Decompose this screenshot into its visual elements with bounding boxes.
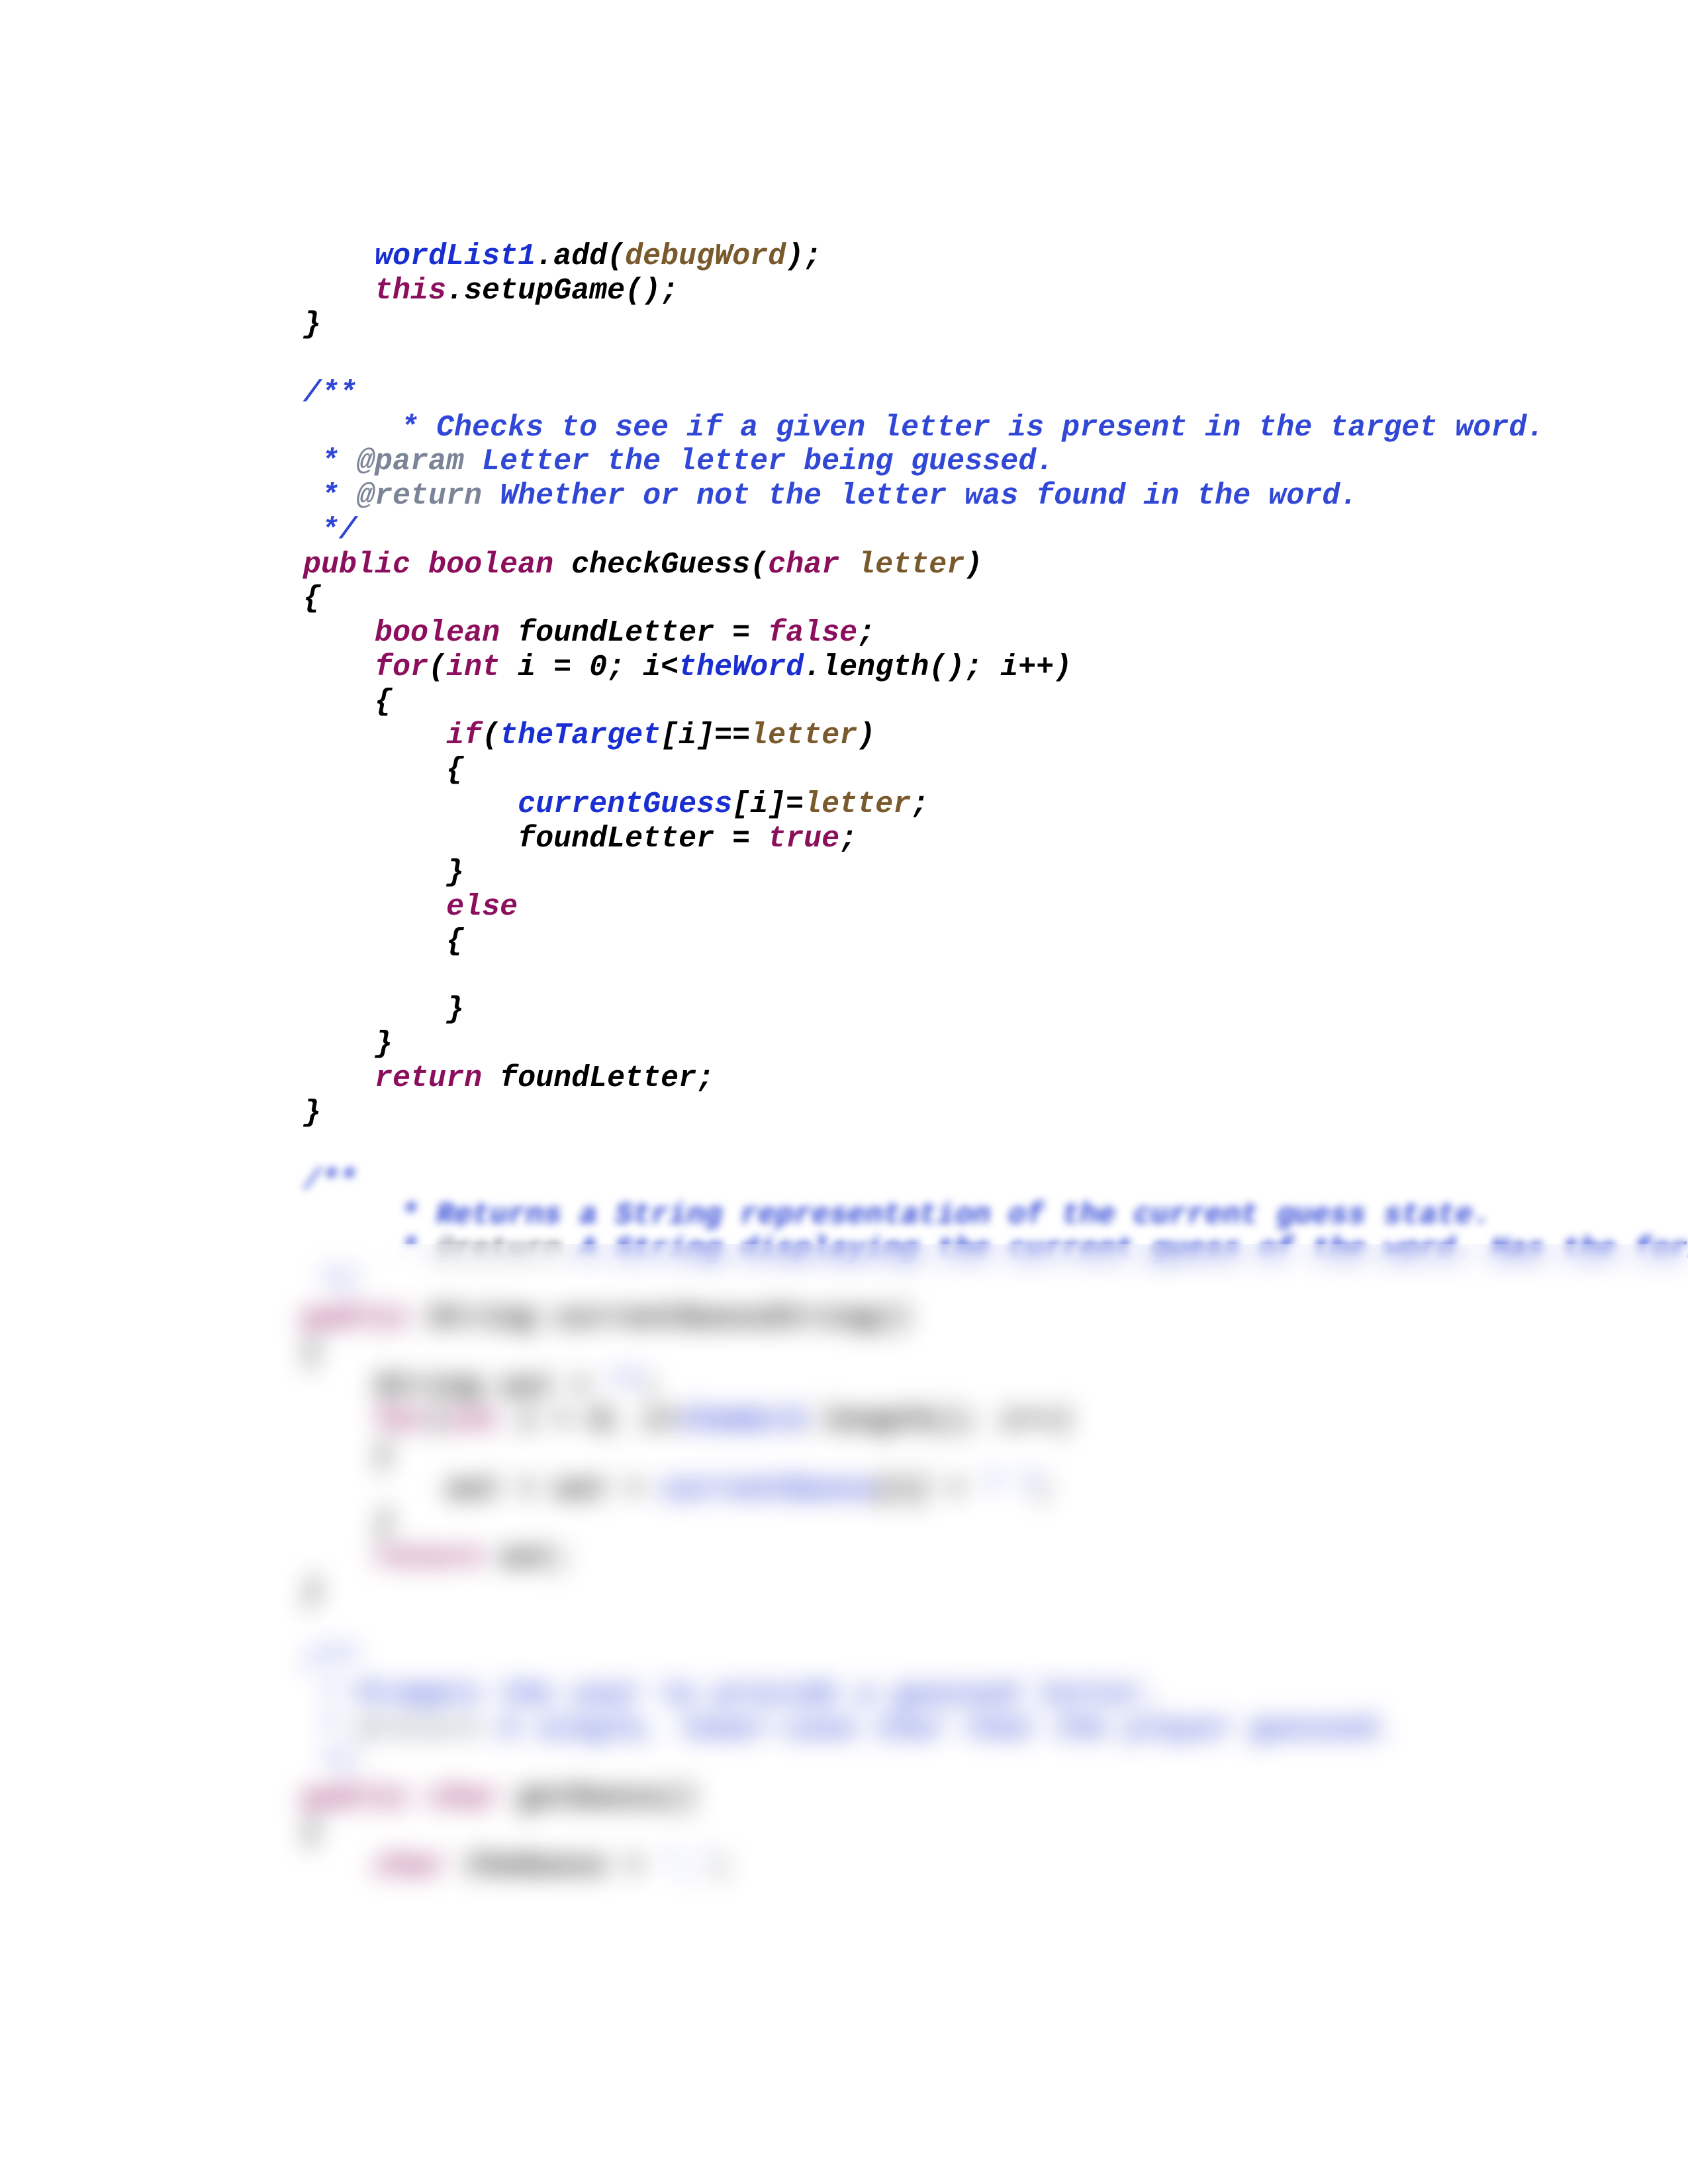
code-line: } <box>232 856 464 889</box>
code-line: * Checks to see if a given letter is pre… <box>232 411 1544 445</box>
code-line: } <box>232 1027 393 1061</box>
code-line: if(theTarget[i]==letter) <box>232 719 875 752</box>
code-line: { <box>232 1336 321 1369</box>
code-line: else <box>232 890 518 924</box>
code-line: String out = ""; <box>232 1370 661 1404</box>
code-line: { <box>232 925 464 958</box>
code-line: } <box>232 1096 321 1130</box>
code-line: /** <box>232 377 357 410</box>
code-line: for(int i = 0; i<theWord.length(); i++) <box>232 651 1072 684</box>
document-page: wordList1.add(debugWord); this.setupGame… <box>0 0 1688 2184</box>
code-line: * @param Letter the letter being guessed… <box>232 445 1054 478</box>
code-line: for(int i = 0; i<theWord.length(); i++) <box>232 1404 1072 1437</box>
code-line: } <box>232 308 321 341</box>
code-line: public char getGuess() <box>232 1781 696 1815</box>
code-line: { <box>232 582 321 615</box>
code-line: */ <box>232 1747 357 1780</box>
code-line: { <box>232 685 393 719</box>
code-line: public boolean checkGuess(char letter) <box>232 548 982 582</box>
code-line: */ <box>232 1267 357 1300</box>
code-line: out = out + currentGuess[i] + " "; <box>232 1473 1054 1506</box>
code-line: { <box>232 753 464 787</box>
code-line: foundLetter = true; <box>232 822 857 856</box>
code-line: { <box>232 1438 393 1472</box>
code-line: * @return A String displaying the curren… <box>232 1233 1688 1267</box>
code-line: * Returns a String representation of the… <box>232 1199 1491 1232</box>
code-line: this.setupGame(); <box>232 274 679 308</box>
code-line: public String currentGuessString() <box>232 1301 911 1335</box>
code-line: } <box>232 993 464 1026</box>
code-block: wordList1.add(debugWord); this.setupGame… <box>232 205 1688 1918</box>
code-line: * @return Whether or not the letter was … <box>232 479 1358 513</box>
code-line: /** <box>232 1644 357 1678</box>
code-line: boolean foundLetter = false; <box>232 616 875 650</box>
code-line: /** <box>232 1164 357 1198</box>
code-line: char theGuess = '_'; <box>232 1849 732 1883</box>
code-line: } <box>232 1507 393 1541</box>
code-line: { <box>232 1815 321 1848</box>
code-line: * @return A single, lower-case char that… <box>232 1712 1393 1746</box>
code-line: } <box>232 1575 321 1609</box>
code-line: wordList1.add(debugWord); <box>232 240 821 273</box>
code-line: return out; <box>232 1541 571 1574</box>
code-line: * Prompts the user to provide a guessed … <box>232 1678 1161 1711</box>
code-line: */ <box>232 514 357 547</box>
code-line: currentGuess[i]=letter; <box>232 788 929 821</box>
code-line: return foundLetter; <box>232 1062 714 1095</box>
